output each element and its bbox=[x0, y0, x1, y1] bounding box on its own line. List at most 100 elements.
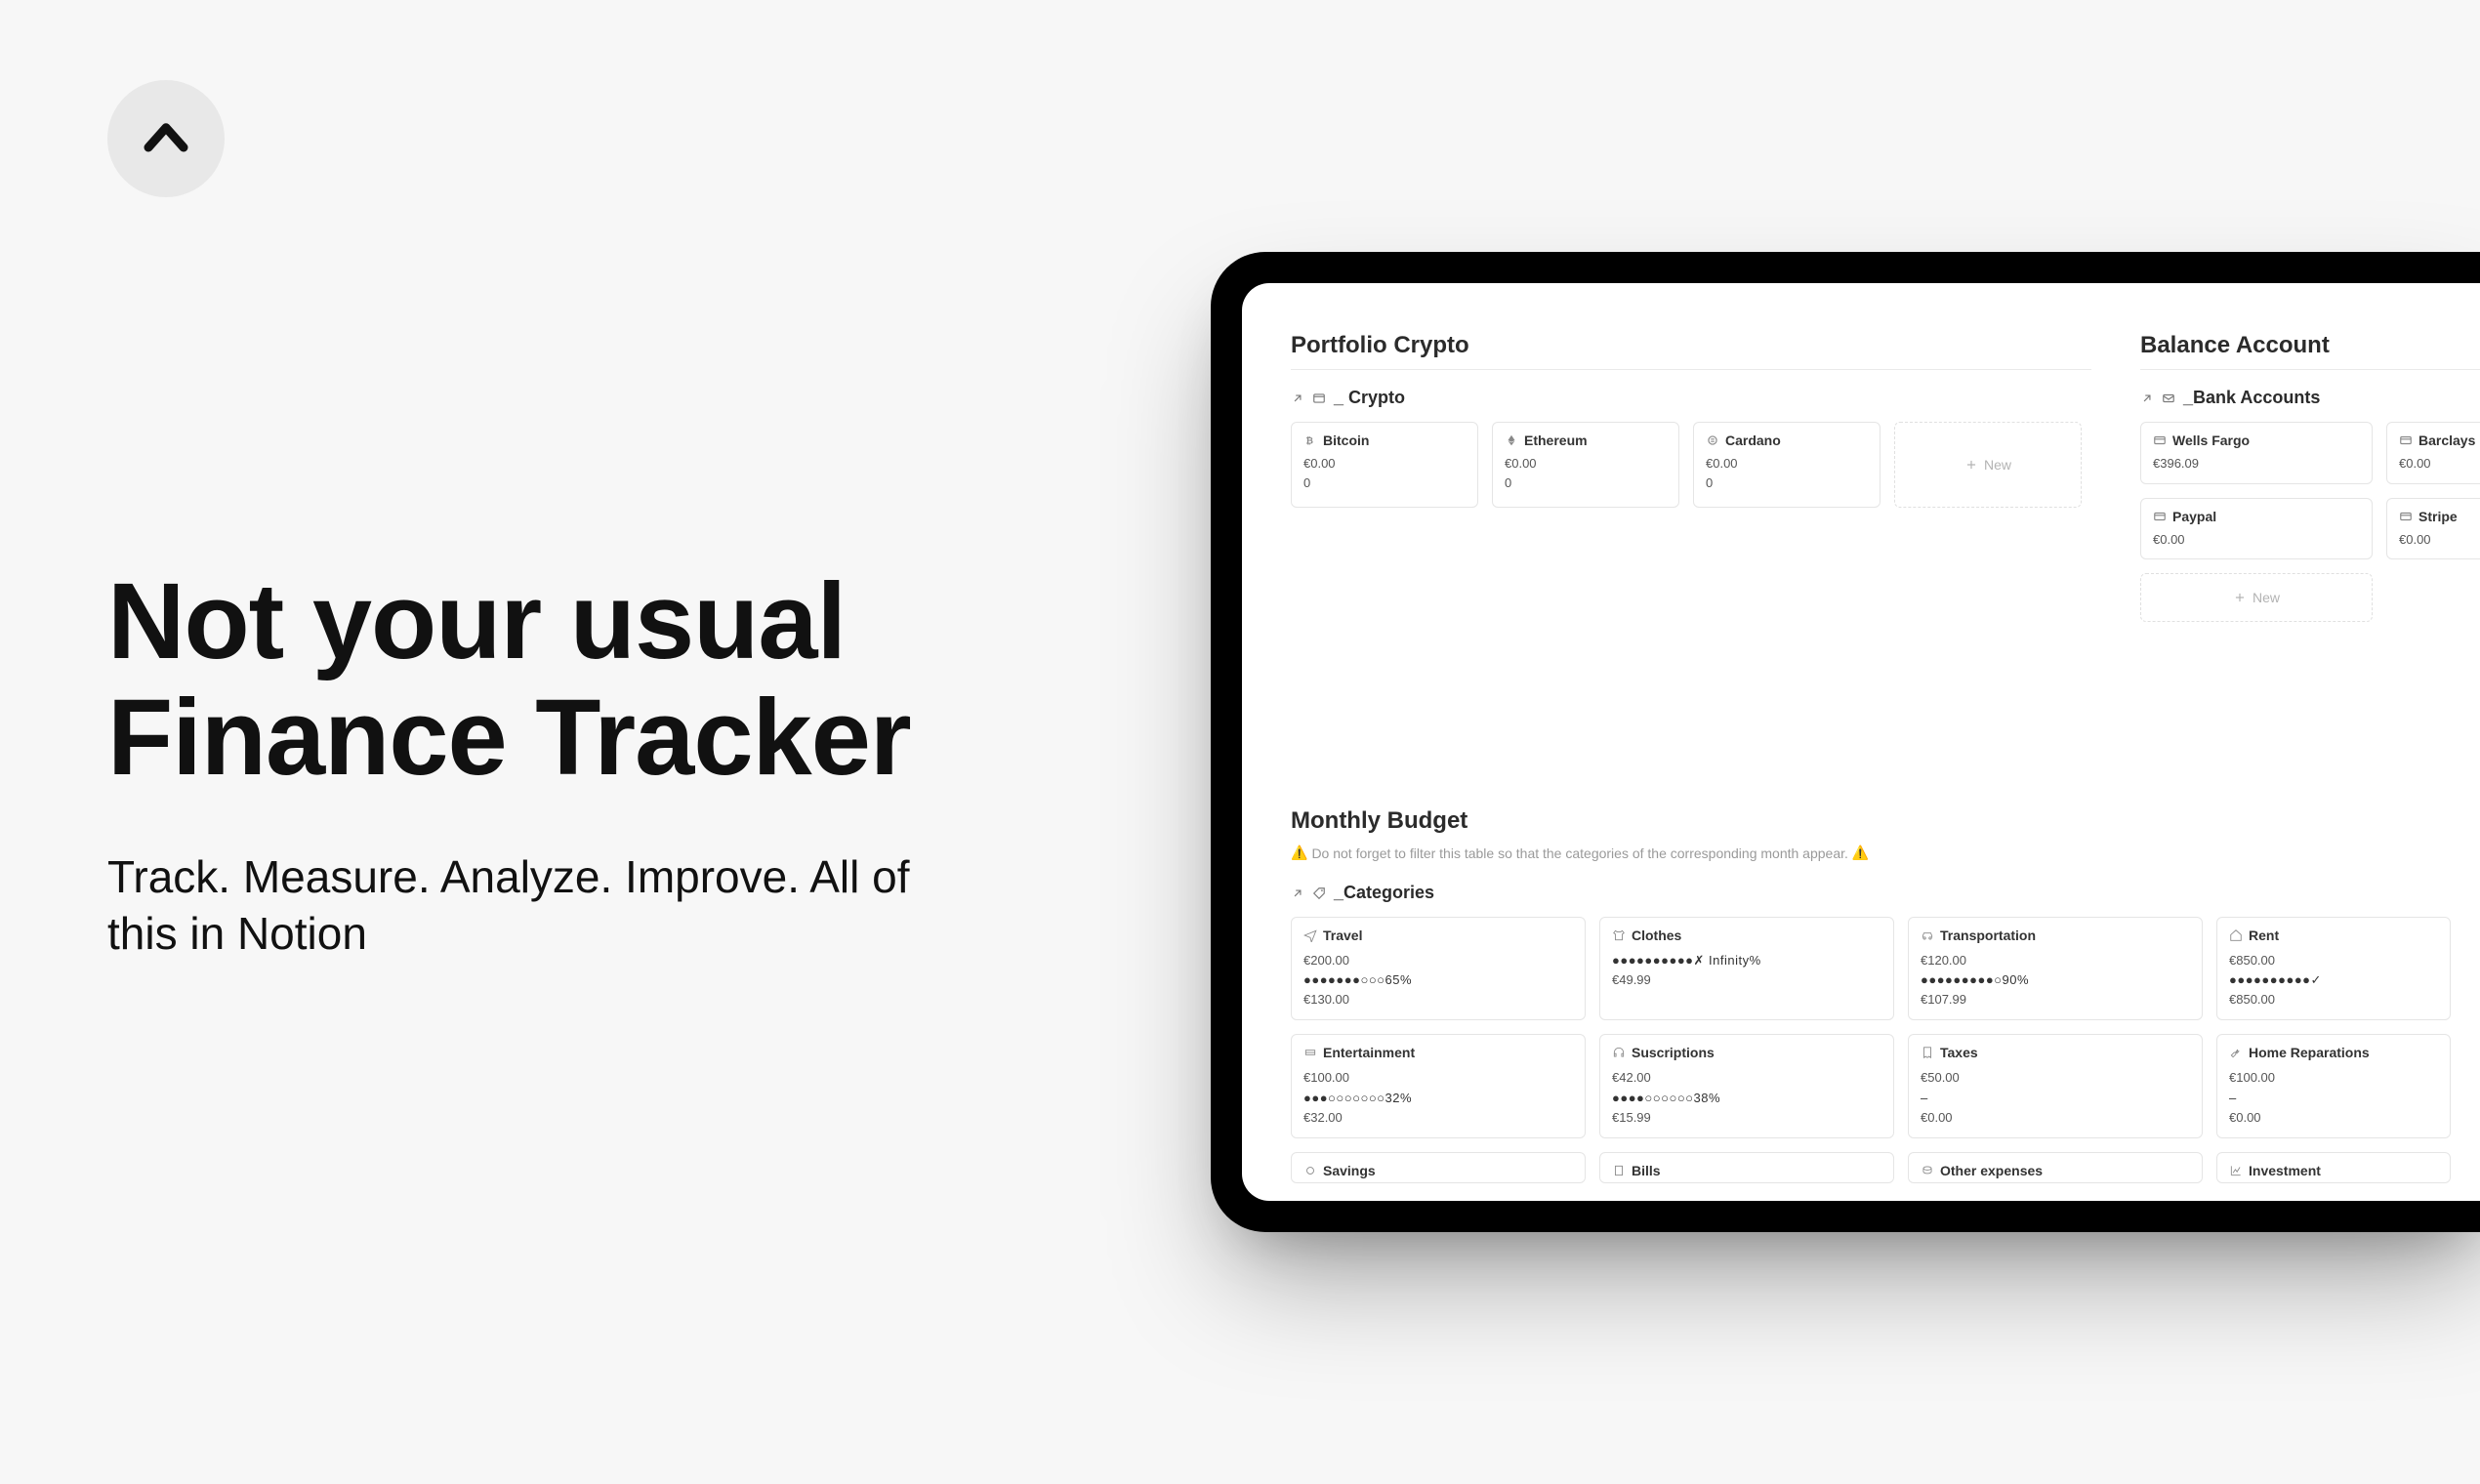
chevron-up-icon bbox=[140, 112, 192, 165]
crypto-name: Ethereum bbox=[1524, 433, 1588, 448]
category-card[interactable]: Other expenses bbox=[1908, 1152, 2203, 1183]
category-grid: Travel €200.00 ●●●●●●●○○○65% €130.00 Clo… bbox=[1291, 917, 2480, 1183]
category-card[interactable]: Entertainment €100.00 ●●●○○○○○○○32% €32.… bbox=[1291, 1034, 1586, 1137]
cat-name: Investment bbox=[2249, 1163, 2321, 1178]
cat-name: Entertainment bbox=[1323, 1045, 1415, 1060]
bank-view-label: _Bank Accounts bbox=[2183, 388, 2320, 408]
gallery-icon bbox=[1312, 392, 1326, 405]
budget-title: Monthly Budget bbox=[1291, 807, 2480, 835]
cat-spent: €130.00 bbox=[1303, 990, 1573, 1010]
credit-card-icon bbox=[2153, 510, 2167, 523]
add-label: New bbox=[1984, 457, 2011, 473]
piggy-icon bbox=[1303, 1164, 1317, 1177]
cat-name: Home Reparations bbox=[2249, 1045, 2370, 1060]
add-label: New bbox=[2253, 590, 2280, 605]
cat-name: Transportation bbox=[1940, 928, 2036, 943]
bank-name: Barclays bbox=[2418, 433, 2475, 448]
cat-amount: €850.00 bbox=[2229, 951, 2438, 970]
bank-name: Stripe bbox=[2418, 509, 2458, 524]
hero-subtitle: Track. Measure. Analyze. Improve. All of… bbox=[107, 849, 947, 962]
crypto-view-header[interactable]: _ Crypto bbox=[1291, 380, 2091, 422]
arrow-up-right-icon bbox=[1291, 886, 1304, 900]
crypto-view-label: _ Crypto bbox=[1334, 388, 1405, 408]
cat-amount: €42.00 bbox=[1612, 1068, 1881, 1088]
receipt-icon bbox=[1921, 1046, 1934, 1059]
portfolio-title: Portfolio Crypto bbox=[1291, 332, 2091, 359]
crypto-qty: 0 bbox=[1706, 474, 1868, 493]
cat-name: Clothes bbox=[1632, 928, 1681, 943]
cat-name: Rent bbox=[2249, 928, 2279, 943]
divider bbox=[1291, 369, 2091, 370]
bank-balance: €0.00 bbox=[2399, 454, 2480, 474]
category-card[interactable]: Rent €850.00 ●●●●●●●●●●✓ €850.00 bbox=[2216, 917, 2451, 1020]
bank-name: Paypal bbox=[2172, 509, 2216, 524]
categories-view-label: _Categories bbox=[1334, 883, 1434, 903]
crypto-qty: 0 bbox=[1505, 474, 1667, 493]
bank-card[interactable]: Paypal €0.00 bbox=[2140, 498, 2373, 560]
crypto-name: Cardano bbox=[1725, 433, 1781, 448]
cat-name: Suscriptions bbox=[1632, 1045, 1715, 1060]
balance-title: Balance Account bbox=[2140, 332, 2480, 359]
arrow-up-right-icon bbox=[2140, 392, 2154, 405]
plus-icon bbox=[2233, 591, 2247, 604]
cat-progress: ●●●●●●●●●○90% bbox=[1921, 970, 2190, 990]
cat-spent: €0.00 bbox=[1921, 1108, 2190, 1128]
cat-spent: €15.99 bbox=[1612, 1108, 1881, 1128]
bank-card[interactable]: Wells Fargo €396.09 bbox=[2140, 422, 2373, 484]
category-card[interactable]: Transportation €120.00 ●●●●●●●●●○90% €10… bbox=[1908, 917, 2203, 1020]
wrench-icon bbox=[2229, 1046, 2243, 1059]
brand-logo bbox=[107, 80, 225, 197]
add-crypto-button[interactable]: New bbox=[1894, 422, 2082, 508]
category-card[interactable]: Savings bbox=[1291, 1152, 1586, 1183]
credit-card-icon bbox=[2399, 510, 2413, 523]
budget-hint: ⚠️ Do not forget to filter this table so… bbox=[1291, 845, 2480, 861]
svg-text:₿: ₿ bbox=[1305, 436, 1313, 446]
cat-progress: ●●●●●●●●●●✓ bbox=[2229, 970, 2438, 990]
crypto-value: €0.00 bbox=[1505, 454, 1667, 474]
add-bank-button[interactable]: New bbox=[2140, 573, 2373, 622]
warning-icon: ⚠️ bbox=[1291, 845, 1307, 861]
category-card[interactable]: Taxes €50.00 – €0.00 bbox=[1908, 1034, 2203, 1137]
device-frame: Portfolio Crypto _ Crypto ₿ Bitcoin €0.00… bbox=[1211, 252, 2480, 1232]
crypto-card[interactable]: Cardano €0.00 0 bbox=[1693, 422, 1881, 508]
category-card[interactable]: Bills bbox=[1599, 1152, 1894, 1183]
bank-card-grid: Wells Fargo €396.09 Barclays €0.00 Paypa… bbox=[2140, 422, 2480, 622]
bank-card[interactable]: Barclays €0.00 bbox=[2386, 422, 2480, 484]
cat-name: Taxes bbox=[1940, 1045, 1978, 1060]
cat-progress: – bbox=[1921, 1089, 2190, 1108]
crypto-card[interactable]: Ethereum €0.00 0 bbox=[1492, 422, 1679, 508]
cat-progress: ●●●●●●●○○○65% bbox=[1303, 970, 1573, 990]
category-card[interactable]: Travel €200.00 ●●●●●●●○○○65% €130.00 bbox=[1291, 917, 1586, 1020]
tag-icon bbox=[1312, 886, 1326, 900]
category-card[interactable]: Suscriptions €42.00 ●●●●○○○○○○38% €15.99 bbox=[1599, 1034, 1894, 1137]
cat-amount: €100.00 bbox=[1303, 1068, 1573, 1088]
crypto-card-grid: ₿ Bitcoin €0.00 0 Ethereum €0.00 0 Cardan… bbox=[1291, 422, 2091, 508]
cardano-icon bbox=[1706, 433, 1719, 447]
arrow-up-right-icon bbox=[1291, 392, 1304, 405]
cat-progress: ●●●●●●●●●●✗ Infinity% bbox=[1612, 951, 1881, 970]
cat-spent: €49.99 bbox=[1612, 970, 1881, 990]
crypto-card[interactable]: ₿Bitcoin €0.00 0 bbox=[1291, 422, 1478, 508]
category-card[interactable]: Clothes ●●●●●●●●●●✗ Infinity% €49.99 bbox=[1599, 917, 1894, 1020]
categories-view-header[interactable]: _Categories bbox=[1291, 875, 2480, 917]
doc-icon bbox=[1612, 1164, 1626, 1177]
credit-card-icon bbox=[2399, 433, 2413, 447]
bank-card[interactable]: Stripe €0.00 bbox=[2386, 498, 2480, 560]
car-icon bbox=[1921, 928, 1934, 942]
coins-icon bbox=[1921, 1164, 1934, 1177]
cat-progress: ●●●●○○○○○○38% bbox=[1612, 1089, 1881, 1108]
warning-icon: ⚠️ bbox=[1852, 845, 1869, 861]
cat-name: Bills bbox=[1632, 1163, 1661, 1178]
crypto-value: €0.00 bbox=[1706, 454, 1868, 474]
category-card[interactable]: Investment bbox=[2216, 1152, 2451, 1183]
cat-amount: €100.00 bbox=[2229, 1068, 2438, 1088]
bank-view-header[interactable]: _Bank Accounts bbox=[2140, 380, 2480, 422]
bitcoin-icon: ₿ bbox=[1303, 433, 1317, 447]
bank-balance: €0.00 bbox=[2399, 530, 2480, 550]
ethereum-icon bbox=[1505, 433, 1518, 447]
crypto-name: Bitcoin bbox=[1323, 433, 1369, 448]
bank-name: Wells Fargo bbox=[2172, 433, 2250, 448]
category-card[interactable]: Home Reparations €100.00 – €0.00 bbox=[2216, 1034, 2451, 1137]
cat-spent: €32.00 bbox=[1303, 1108, 1573, 1128]
cat-spent: €0.00 bbox=[2229, 1108, 2438, 1128]
